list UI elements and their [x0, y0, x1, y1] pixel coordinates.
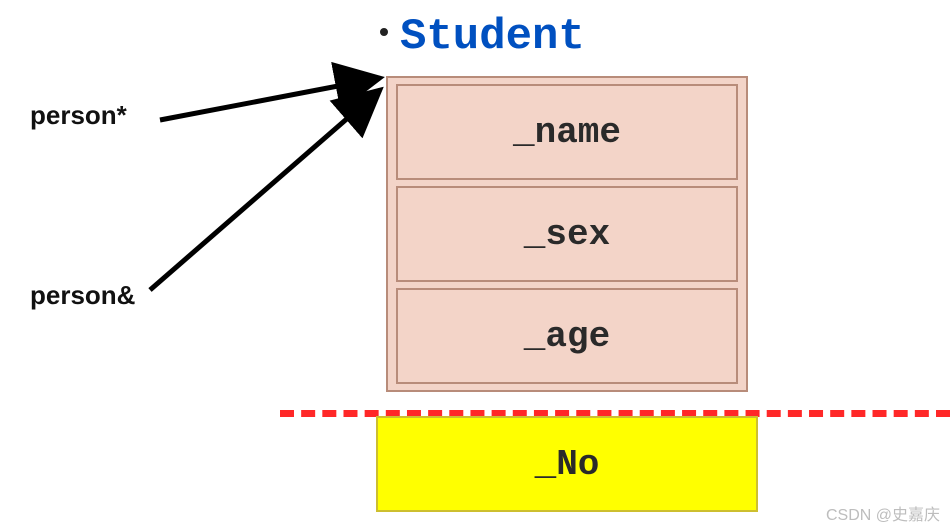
member-age: _age: [396, 288, 738, 384]
member-sex: _sex: [396, 186, 738, 282]
class-title: Student: [400, 12, 585, 62]
derived-member-box: _No: [376, 416, 758, 512]
base-class-box: _name _sex _age: [386, 76, 748, 392]
reference-label: person&: [30, 280, 135, 311]
watermark-text: CSDN @史嘉庆: [826, 501, 940, 525]
member-name: _name: [396, 84, 738, 180]
pointer-label: person*: [30, 100, 127, 131]
member-no: _No: [535, 444, 600, 485]
title-bullet: [380, 28, 388, 36]
